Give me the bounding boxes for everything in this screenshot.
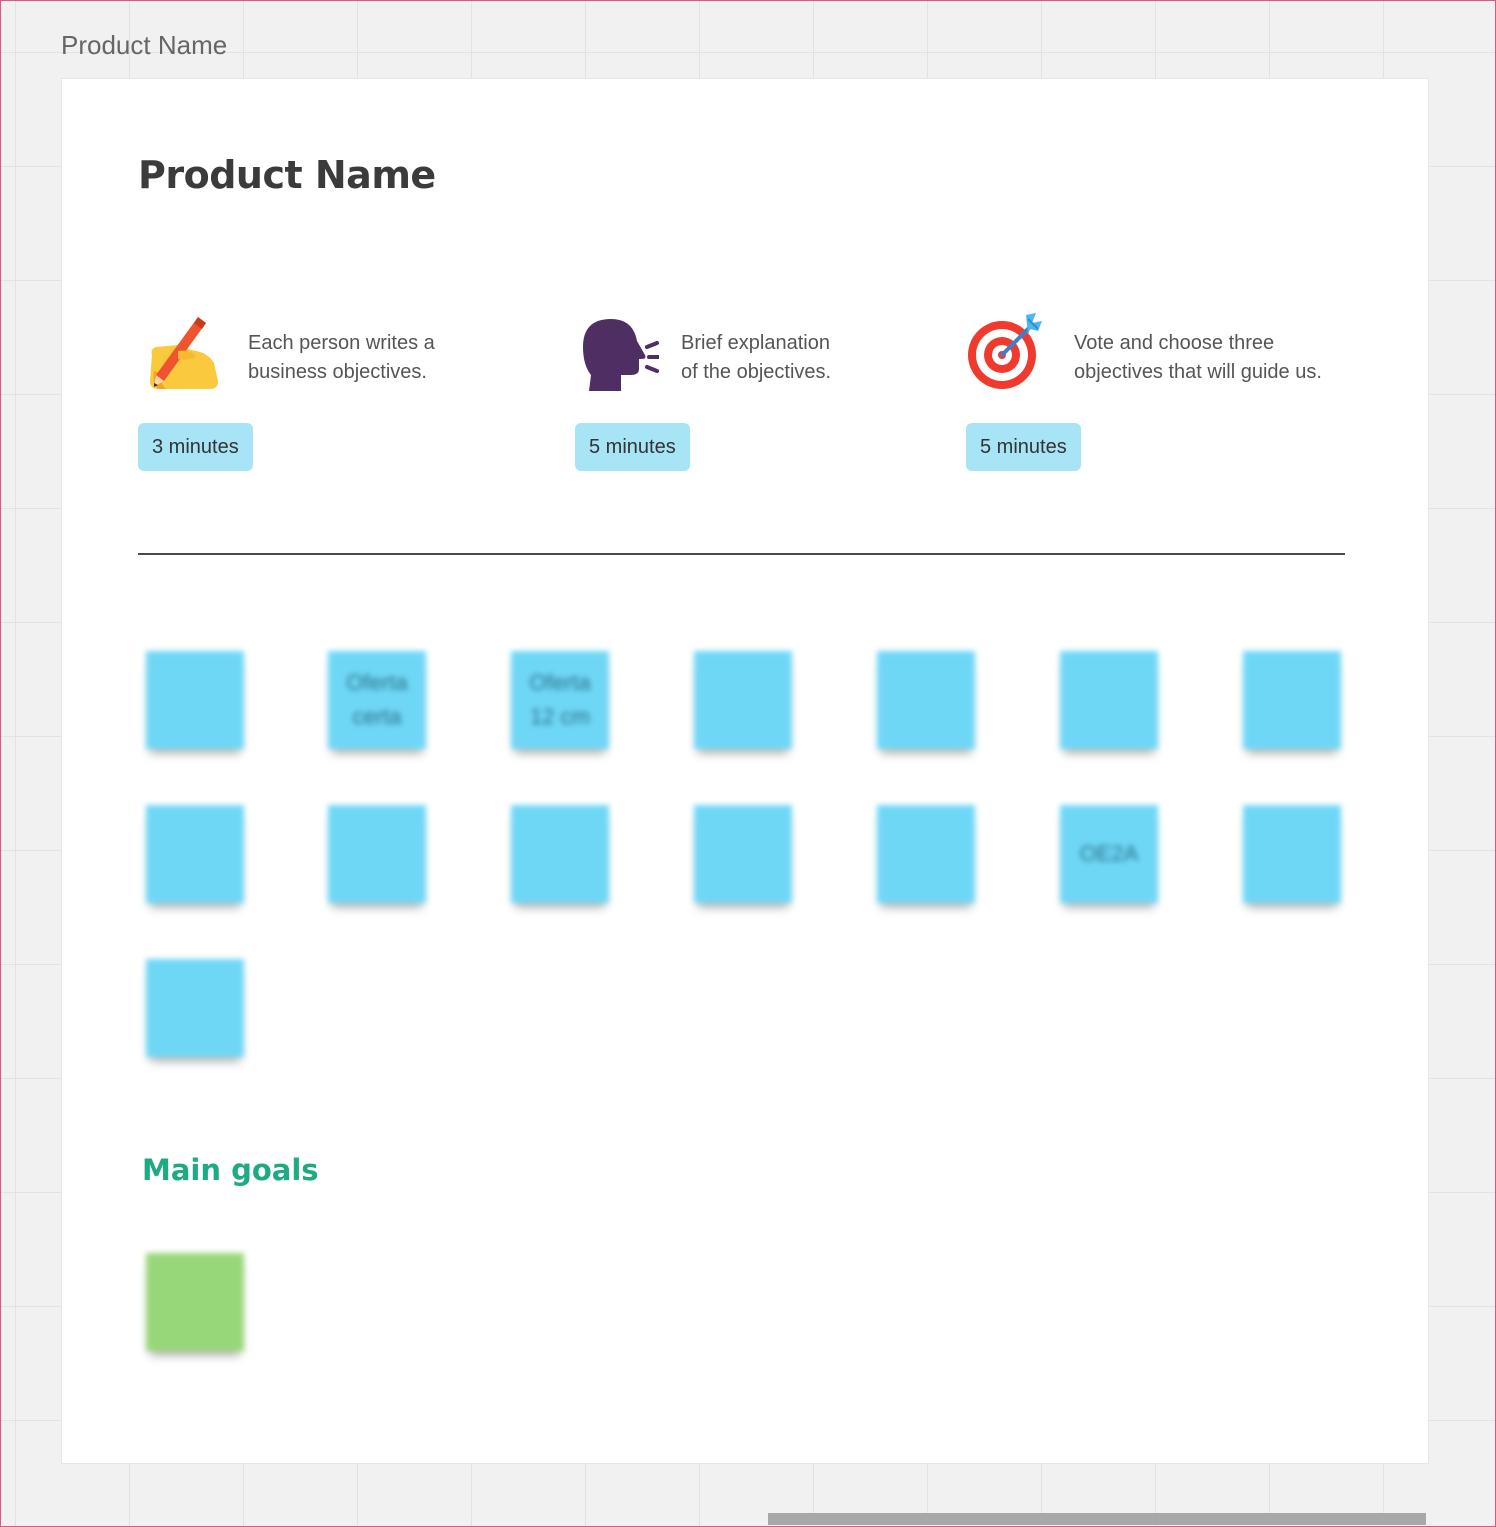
sticky-note[interactable] <box>1243 805 1341 903</box>
main-goals-heading[interactable]: Main goals <box>142 1153 319 1187</box>
sticky-note[interactable] <box>328 805 426 903</box>
sticky-note[interactable] <box>694 651 792 749</box>
section-divider <box>138 553 1345 555</box>
sticky-note[interactable] <box>877 651 975 749</box>
frame-label[interactable]: Product Name <box>61 30 227 61</box>
board-frame[interactable]: Product Name Each person writes a busine… <box>61 78 1429 1464</box>
sticky-note[interactable]: Oferta certa <box>328 651 426 749</box>
duration-badge: 5 minutes <box>575 423 690 471</box>
sticky-note[interactable] <box>694 805 792 903</box>
sticky-note[interactable] <box>1243 651 1341 749</box>
sticky-note[interactable] <box>146 959 244 1057</box>
page-title[interactable]: Product Name <box>138 153 436 197</box>
horizontal-scrollbar[interactable] <box>768 1513 1426 1525</box>
sticky-note[interactable] <box>877 805 975 903</box>
speaking-head-icon <box>575 311 661 395</box>
sticky-note[interactable] <box>146 805 244 903</box>
step-description: Vote and choose three objectives that wi… <box>1074 332 1322 383</box>
sticky-note[interactable] <box>1060 651 1158 749</box>
duration-badge: 5 minutes <box>966 423 1081 471</box>
step-description: Brief explanation of the objectives. <box>681 332 832 383</box>
writing-hand-icon <box>138 311 222 395</box>
sticky-note[interactable]: Oferta 12 cm <box>511 651 609 749</box>
goal-sticky-note[interactable] <box>146 1253 244 1351</box>
sticky-note[interactable] <box>511 805 609 903</box>
sticky-note[interactable] <box>146 651 244 749</box>
sticky-note[interactable]: OE2A <box>1060 805 1158 903</box>
duration-badge: 3 minutes <box>138 423 253 471</box>
step-description: Each person writes a business objectives… <box>248 332 435 383</box>
target-dart-icon <box>966 311 1050 395</box>
